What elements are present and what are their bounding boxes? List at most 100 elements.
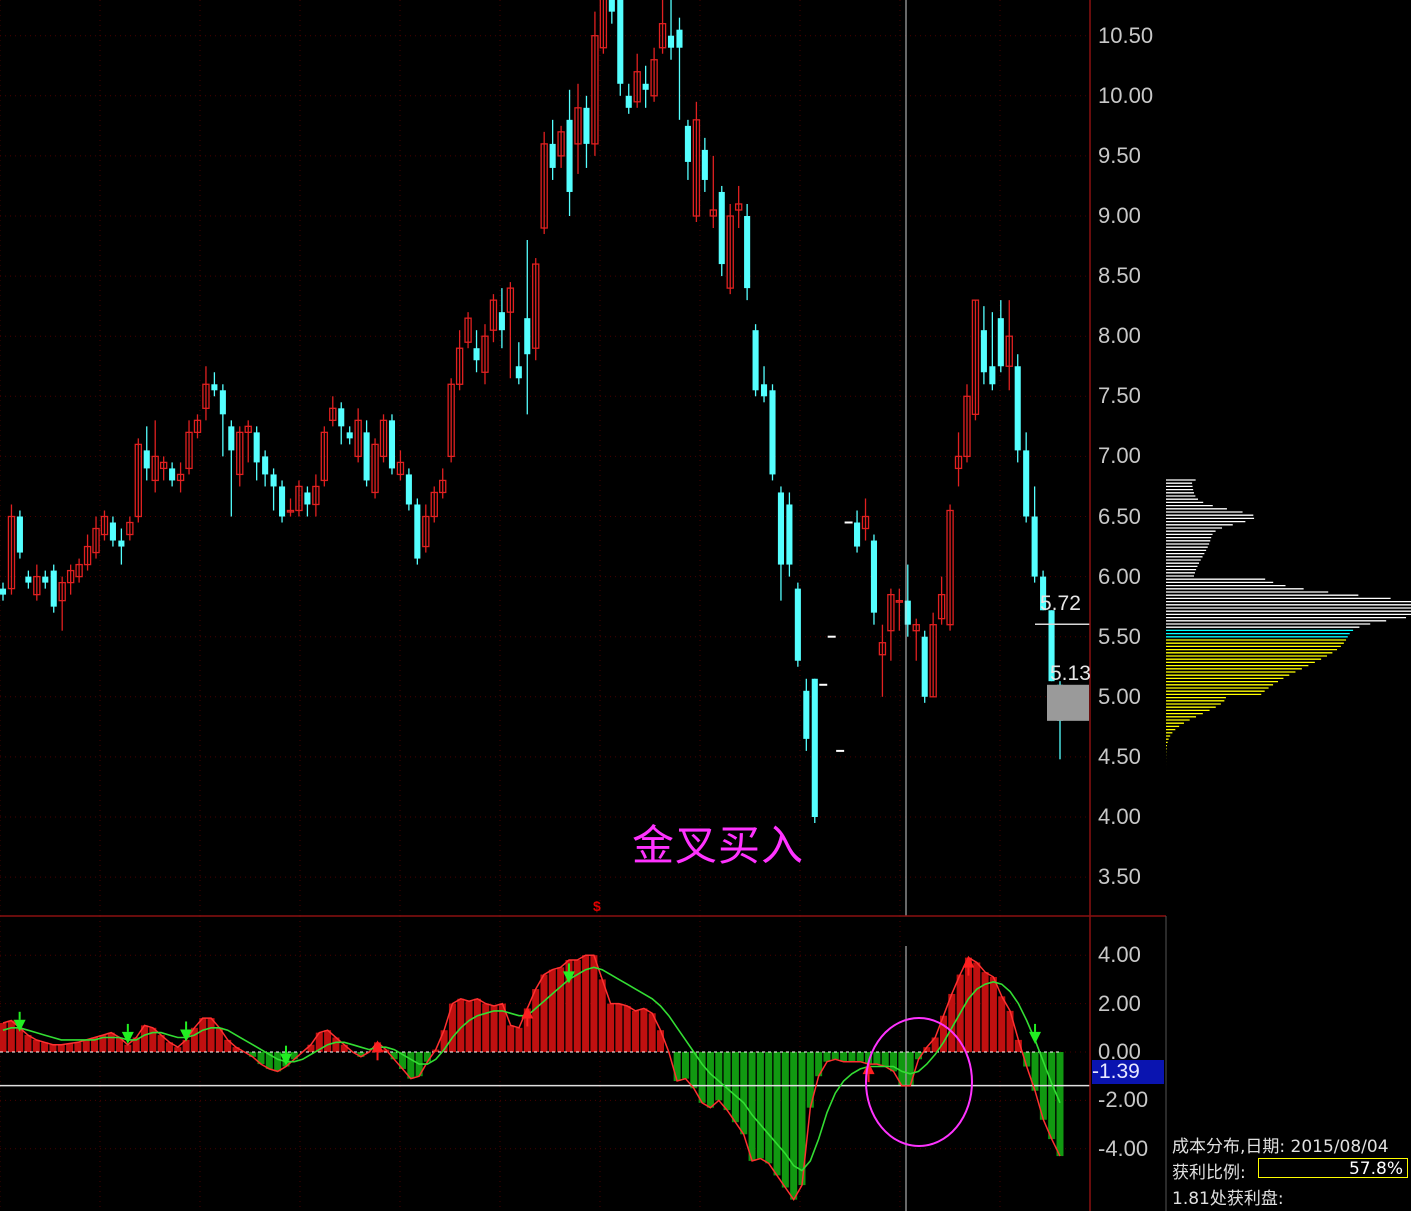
macd-tick-label: 4.00 xyxy=(1098,942,1141,968)
candle-body-down xyxy=(498,312,505,331)
macd-bar xyxy=(557,967,565,1052)
macd-bar xyxy=(490,1006,498,1052)
candle-body-down xyxy=(854,522,861,547)
macd-bar xyxy=(856,1052,864,1062)
candle-body-down xyxy=(515,366,522,379)
macd-bar xyxy=(748,1052,756,1161)
candle-body-down xyxy=(684,125,691,162)
candle-body-down xyxy=(989,366,996,385)
candle-body-down xyxy=(760,384,768,397)
macd-bar xyxy=(690,1052,698,1089)
macd-bar xyxy=(532,989,540,1052)
candle-body-down xyxy=(219,390,226,415)
macd-bar xyxy=(640,1008,648,1052)
candle-body-down xyxy=(566,119,573,192)
macd-bar xyxy=(540,974,548,1052)
candle-body-down xyxy=(270,474,277,487)
macd-bar xyxy=(848,1052,856,1062)
macd-current-value: -1.39 xyxy=(1092,1060,1164,1084)
macd-bar xyxy=(607,1003,615,1052)
macd-bar xyxy=(765,1052,773,1164)
candle-body-down xyxy=(346,432,353,439)
macd-bar xyxy=(731,1052,739,1123)
macd-bar xyxy=(673,1052,681,1082)
candle-body-down xyxy=(1014,366,1021,451)
candle-body-down xyxy=(363,432,370,481)
macd-bar xyxy=(831,1052,839,1060)
price-tick-label: 8.50 xyxy=(1098,263,1141,289)
macd-bar xyxy=(274,1052,282,1072)
macd-bar xyxy=(873,1052,881,1065)
candle-body-down xyxy=(811,678,818,817)
macd-bar xyxy=(149,1027,157,1052)
candle-body-down xyxy=(921,636,928,697)
macd-bar xyxy=(0,1022,7,1052)
last-price-tag: 5.13 xyxy=(1050,662,1091,685)
macd-bar xyxy=(7,1020,15,1052)
macd-bar xyxy=(340,1044,348,1052)
macd-bar xyxy=(124,1044,132,1052)
cost-distribution-title: 成本分布,日期: 2015/08/04 xyxy=(1172,1137,1389,1157)
macd-bar xyxy=(107,1032,115,1052)
golden-cross-annotation: 金叉买入 xyxy=(632,821,805,870)
macd-bar xyxy=(57,1044,65,1052)
golden-cross-circle xyxy=(865,1017,973,1147)
macd-tick-label: -4.00 xyxy=(1098,1135,1149,1161)
macd-bar xyxy=(906,1052,914,1086)
candle-body-down xyxy=(338,408,345,427)
candle-body-down xyxy=(253,432,260,463)
macd-bar xyxy=(632,1010,640,1052)
macd-bar xyxy=(773,1052,781,1176)
down-arrow-icon xyxy=(1029,1031,1042,1044)
candle-body-down xyxy=(25,576,32,583)
profit-ratio-value: 57.8% xyxy=(1258,1158,1408,1179)
candle-body-down xyxy=(109,522,116,541)
candle-body-down xyxy=(16,516,23,553)
price-tick-label: 7.50 xyxy=(1098,383,1141,409)
candle-body-down xyxy=(608,0,615,12)
candle-body-down xyxy=(617,0,624,84)
candle-body-down xyxy=(701,149,708,180)
candle-body-down xyxy=(414,504,421,559)
candle-body-down xyxy=(718,191,725,265)
candle-body-down xyxy=(786,504,793,565)
macd-bar xyxy=(706,1052,714,1108)
profit-ratio-label: 获利比例: xyxy=(1172,1163,1246,1183)
candle-body-down xyxy=(279,486,286,517)
candle-body-down xyxy=(642,83,649,90)
candle-body-down xyxy=(676,29,683,48)
price-marker-label: $ xyxy=(593,898,601,914)
price-tick-label: 10.50 xyxy=(1098,22,1154,48)
candle-body-down xyxy=(228,426,235,451)
current-price-box xyxy=(1047,684,1089,721)
macd-bar xyxy=(998,996,1006,1052)
price-tick-label: 5.50 xyxy=(1098,623,1141,649)
down-arrow-icon xyxy=(13,1019,26,1032)
cost-distribution-panel: 成本分布,日期: 2015/08/04 获利比例: 57.8% 1.81处获利盘… xyxy=(1168,1128,1411,1211)
candle-body-down xyxy=(794,588,801,661)
candle-body-down xyxy=(980,330,987,373)
macd-bar xyxy=(290,1052,298,1060)
macd-bar xyxy=(82,1039,90,1052)
macd-bar xyxy=(881,1052,889,1067)
macd-bar xyxy=(199,1018,207,1052)
cost-distribution-profile xyxy=(1166,479,1411,779)
macd-histogram xyxy=(0,954,1090,1202)
macd-bar xyxy=(32,1039,40,1052)
macd-bar xyxy=(324,1030,332,1052)
price-tick-label: 8.00 xyxy=(1098,323,1141,349)
price-tick-label: 4.50 xyxy=(1098,743,1141,769)
high-price-tag: 5.72 xyxy=(1040,592,1081,615)
macd-bar xyxy=(598,979,606,1052)
price-tick-label: 9.00 xyxy=(1098,203,1141,228)
candle-body-down xyxy=(803,690,810,739)
stock-chart[interactable] xyxy=(0,0,1411,1211)
macd-bar xyxy=(465,1001,473,1052)
price-tick-label: 6.50 xyxy=(1098,503,1141,529)
candle-body-down xyxy=(667,35,675,48)
macd-bar xyxy=(623,1006,631,1052)
macd-bar xyxy=(723,1052,731,1111)
candle-body-down xyxy=(1031,516,1038,577)
candle-body-down xyxy=(777,492,784,565)
candle-body-down xyxy=(524,318,531,355)
